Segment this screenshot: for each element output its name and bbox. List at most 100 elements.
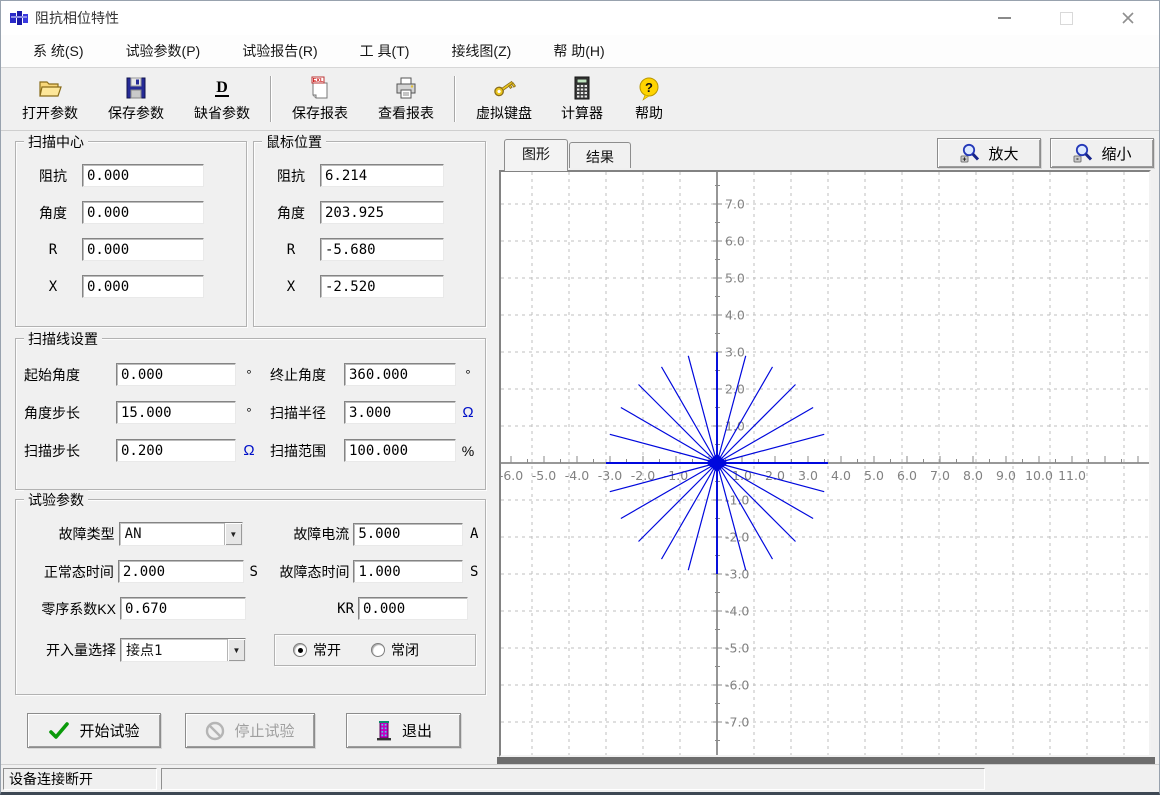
menu-test-report[interactable]: 试验报告(R) <box>230 37 329 65</box>
scan-r-input[interactable] <box>82 238 204 261</box>
normally-open-option[interactable]: 常开 <box>293 640 341 660</box>
zoom-out-icon: - <box>1072 142 1094 164</box>
default-params-button[interactable]: D 缺省参数 <box>179 71 265 127</box>
menu-wiring-diagram[interactable]: 接线图(Z) <box>439 37 523 65</box>
svg-text:10.0: 10.0 <box>1025 468 1053 483</box>
zoom-in-icon: + <box>959 142 981 164</box>
mouse-angle-label: 角度 <box>262 203 320 223</box>
help-button[interactable]: ? 帮助 <box>617 71 681 127</box>
scan-angle-input[interactable] <box>82 201 204 224</box>
tab-graph[interactable]: 图形 <box>504 139 568 171</box>
calculator-button[interactable]: 计算器 <box>547 71 617 127</box>
open-params-button[interactable]: 打开参数 <box>7 71 93 127</box>
mouse-impedance-value[interactable] <box>320 164 444 187</box>
chevron-down-icon[interactable]: ▼ <box>227 639 245 661</box>
mouse-x-value[interactable] <box>320 275 444 298</box>
fault-current-label: 故障电流 <box>243 524 353 544</box>
maximize-button[interactable] <box>1035 1 1097 35</box>
normally-closed-option[interactable]: 常闭 <box>371 640 419 660</box>
svg-text:EXL: EXL <box>313 78 324 84</box>
exit-button[interactable]: 退出 <box>346 713 461 748</box>
normal-time-label: 正常态时间 <box>24 562 118 582</box>
main-area: 扫描中心 阻抗 角度 R X 鼠标位置 阻抗 <box>1 131 1160 764</box>
fault-type-combo[interactable]: AN ▼ <box>119 522 243 546</box>
svg-text:+: + <box>963 156 967 163</box>
svg-text:-5.0: -5.0 <box>725 641 749 656</box>
radio-normally-open[interactable] <box>293 643 307 657</box>
impedance-sweep-chart[interactable]: -6.0-5.0-4.0-3.0-2.0-1.01.02.03.04.05.06… <box>501 172 1149 755</box>
window-title: 阻抗相位特性 <box>35 8 119 28</box>
end-angle-unit: ° <box>456 367 480 382</box>
zoom-out-button[interactable]: - 缩小 <box>1050 138 1154 168</box>
svg-text:-5.0: -5.0 <box>532 468 556 483</box>
view-report-button[interactable]: 查看报表 <box>363 71 449 127</box>
close-button[interactable] <box>1097 1 1159 35</box>
fault-type-value: AN <box>120 526 224 542</box>
close-icon <box>1121 11 1135 25</box>
status-bar: 设备连接断开 <box>1 764 1159 792</box>
chevron-down-icon[interactable]: ▼ <box>224 523 242 545</box>
scan-line-title: 扫描线设置 <box>24 329 102 349</box>
svg-text:-3.0: -3.0 <box>598 468 622 483</box>
angle-step-input[interactable] <box>116 401 236 424</box>
angle-step-unit: ° <box>236 405 262 420</box>
menu-tools[interactable]: 工 具(T) <box>348 37 422 65</box>
svg-text:-6.0: -6.0 <box>501 468 523 483</box>
normal-time-unit: S <box>244 564 264 580</box>
start-test-button[interactable]: 开始试验 <box>27 713 161 748</box>
fault-time-label: 故障态时间 <box>263 562 353 582</box>
normal-time-input[interactable] <box>118 560 244 583</box>
scan-step-input[interactable] <box>116 439 236 462</box>
svg-text:11.0: 11.0 <box>1058 468 1086 483</box>
kx-input[interactable] <box>120 597 246 620</box>
impedance-plot[interactable]: -6.0-5.0-4.0-3.0-2.0-1.01.02.03.04.05.06… <box>499 170 1151 757</box>
exit-door-icon <box>375 720 393 742</box>
svg-text:5.0: 5.0 <box>864 468 884 483</box>
save-report-button[interactable]: EXL 保存报表 <box>277 71 363 127</box>
menu-system[interactable]: 系 统(S) <box>21 37 96 65</box>
tab-results[interactable]: 结果 <box>569 142 631 168</box>
scan-x-input[interactable] <box>82 275 204 298</box>
status-message-panel <box>161 768 985 790</box>
svg-text:?: ? <box>645 80 653 95</box>
radio-normally-closed[interactable] <box>371 643 385 657</box>
svg-text:-: - <box>1077 154 1080 163</box>
mouse-angle-value[interactable] <box>320 201 444 224</box>
menu-test-params[interactable]: 试验参数(P) <box>114 37 213 65</box>
end-angle-input[interactable] <box>344 363 456 386</box>
svg-text:5.0: 5.0 <box>725 271 745 286</box>
scan-range-input[interactable] <box>344 439 456 462</box>
check-icon <box>48 721 70 741</box>
stop-test-button[interactable]: 停止试验 <box>185 713 315 748</box>
mouse-position-title: 鼠标位置 <box>262 132 326 152</box>
start-angle-input[interactable] <box>116 363 236 386</box>
contact-mode-box: 常开 常闭 <box>274 634 476 666</box>
scan-line-group: 扫描线设置 起始角度 ° 终止角度 ° 角度步长 ° 扫描半径 Ω 扫描步长 Ω <box>15 338 486 490</box>
menu-help[interactable]: 帮 助(H) <box>541 37 616 65</box>
scan-step-label: 扫描步长 <box>24 441 116 461</box>
input-select-combo[interactable]: 接点1 ▼ <box>120 638 246 662</box>
fault-type-label: 故障类型 <box>24 524 119 544</box>
normally-open-label: 常开 <box>313 640 341 660</box>
svg-text:3.0: 3.0 <box>798 468 818 483</box>
calculator-icon <box>569 75 595 101</box>
svg-text:-7.0: -7.0 <box>725 715 749 730</box>
save-params-button[interactable]: 保存参数 <box>93 71 179 127</box>
fault-time-input[interactable] <box>353 560 463 583</box>
fault-current-input[interactable] <box>353 523 463 546</box>
minimize-icon <box>998 17 1011 19</box>
stop-slash-icon <box>205 721 225 741</box>
zoom-in-button[interactable]: + 放大 <box>937 138 1041 168</box>
question-icon: ? <box>636 75 662 101</box>
mouse-r-value[interactable] <box>320 238 444 261</box>
svg-text:7.0: 7.0 <box>930 468 950 483</box>
svg-text:-6.0: -6.0 <box>725 678 749 693</box>
minimize-button[interactable] <box>973 1 1035 35</box>
scan-radius-input[interactable] <box>344 401 456 424</box>
virtual-keyboard-button[interactable]: 虚拟键盘 <box>461 71 547 127</box>
kr-input[interactable] <box>358 597 468 620</box>
svg-text:-4.0: -4.0 <box>725 604 749 619</box>
scan-x-label: X <box>24 279 82 295</box>
scan-impedance-input[interactable] <box>82 164 204 187</box>
svg-text:9.0: 9.0 <box>996 468 1016 483</box>
